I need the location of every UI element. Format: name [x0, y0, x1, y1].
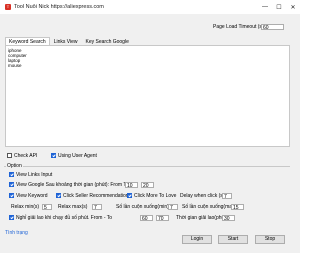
- page-load-timeout-label: Page Load Timeout (s): [213, 24, 264, 30]
- keyword-list: iphone computer laptop mouse: [8, 48, 27, 68]
- click-seller-label: Click Seller Recommendations: [63, 193, 132, 199]
- option-group-title: Option: [6, 163, 23, 169]
- title-bar: T Tool Nuôi Nick https://aliexpress.com …: [0, 0, 300, 14]
- scroll-min-label: Số lần cuộn xuống(min): [116, 204, 169, 210]
- click-more-love-label: Click More To Love: [134, 193, 177, 199]
- scroll-min-input[interactable]: 7: [168, 204, 178, 210]
- app-icon: T: [5, 4, 11, 10]
- scroll-max-input[interactable]: 15: [231, 204, 244, 210]
- delay-click-label: Delay when click (s): [180, 193, 225, 199]
- rest-time-label: Thời gian giải lao(phút): [176, 215, 228, 221]
- delay-click-input[interactable]: 7: [222, 193, 232, 199]
- view-keyword-checkbox[interactable]: [9, 193, 14, 198]
- relax-min-label: Relax min(s): [11, 204, 40, 210]
- app-window: T Tool Nuôi Nick https://aliexpress.com …: [0, 0, 300, 253]
- view-google-from-input[interactable]: 10: [125, 182, 138, 188]
- stop-button[interactable]: Stop: [255, 235, 285, 244]
- view-keyword-label: View Keyword: [16, 193, 48, 199]
- rest-from-input[interactable]: 60: [140, 215, 153, 221]
- maximize-icon[interactable]: ☐: [272, 0, 286, 14]
- view-links-input-checkbox[interactable]: [9, 172, 14, 177]
- view-google-checkbox[interactable]: [9, 182, 14, 187]
- rest-time-input[interactable]: 30: [222, 215, 235, 221]
- view-google-to-input[interactable]: 20: [141, 182, 154, 188]
- rest-label: Nghỉ giải lao khi chạy đủ số phút. From …: [16, 215, 113, 221]
- close-icon[interactable]: ✕: [286, 0, 300, 14]
- rest-to-input[interactable]: 70: [156, 215, 169, 221]
- user-agent-checkbox[interactable]: [51, 153, 56, 158]
- relax-max-label: Relax max(s): [58, 204, 88, 210]
- window-controls: — ☐ ✕: [258, 0, 300, 14]
- rest-checkbox[interactable]: [9, 215, 14, 220]
- relax-min-input[interactable]: 5: [42, 204, 52, 210]
- view-links-input-label: View Links Input: [16, 172, 53, 178]
- start-button[interactable]: Start: [218, 235, 248, 244]
- user-agent-label: Using User Agent: [58, 153, 97, 159]
- keyword-line: mouse: [8, 63, 22, 68]
- check-api-label: Check API: [14, 153, 38, 159]
- click-seller-checkbox[interactable]: [56, 193, 61, 198]
- login-button[interactable]: Login: [182, 235, 212, 244]
- window-title: Tool Nuôi Nick https://aliexpress.com: [14, 4, 104, 10]
- page-load-timeout-input[interactable]: 60: [261, 24, 284, 30]
- check-api-checkbox[interactable]: [7, 153, 12, 158]
- scroll-max-label: Số lần cuộn xuống(max): [182, 204, 237, 210]
- status-link[interactable]: Tình trạng: [5, 230, 28, 236]
- relax-max-input[interactable]: 7: [92, 204, 102, 210]
- keyword-textarea[interactable]: iphone computer laptop mouse: [5, 45, 290, 147]
- click-more-love-checkbox[interactable]: [127, 193, 132, 198]
- view-google-label: View Google Sau khoảng thời gian (phút):…: [16, 182, 129, 188]
- minimize-icon[interactable]: —: [258, 0, 272, 14]
